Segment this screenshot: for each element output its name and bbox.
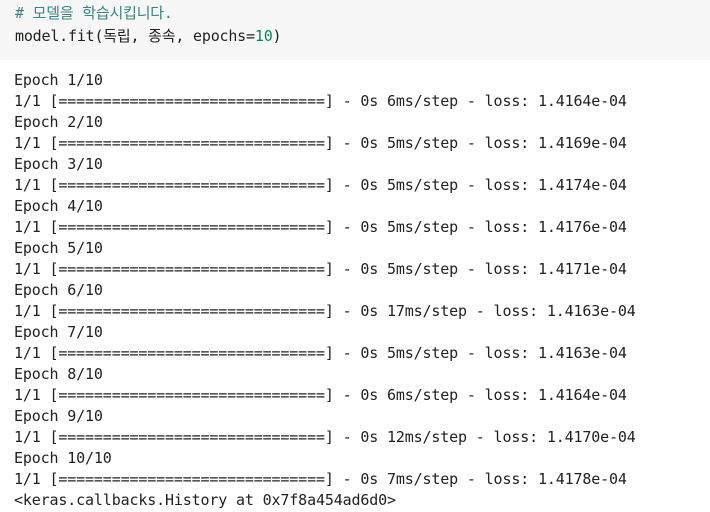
code-number: 10 [254, 27, 273, 45]
code-prefix: model.fit(독립, 종속, epochs= [15, 27, 255, 45]
output-line: Epoch 7/10 [14, 323, 103, 341]
output-line: 1/1 [==============================] - 0… [14, 386, 627, 404]
output-line: 1/1 [==============================] - 0… [14, 344, 627, 362]
output-line: 1/1 [==============================] - 0… [14, 260, 627, 278]
execution-result: <keras.callbacks.History at 0x7f8a454ad6… [14, 491, 396, 509]
code-cell[interactable]: # 모델을 학습시킵니다. model.fit(독립, 종속, epochs=1… [0, 0, 710, 60]
cell-output: Epoch 1/10 1/1 [========================… [14, 70, 704, 490]
output-line: 1/1 [==============================] - 0… [14, 176, 627, 194]
output-line: 1/1 [==============================] - 0… [14, 470, 627, 488]
output-line: Epoch 5/10 [14, 239, 103, 257]
output-line: Epoch 9/10 [14, 407, 103, 425]
code-suffix: ) [272, 27, 282, 45]
output-line: Epoch 3/10 [14, 155, 103, 173]
output-line: 1/1 [==============================] - 0… [14, 428, 636, 446]
code-statement: model.fit(독립, 종속, epochs=10) [15, 26, 282, 47]
output-line: Epoch 8/10 [14, 365, 103, 383]
output-line: Epoch 4/10 [14, 197, 103, 215]
output-line: Epoch 1/10 [14, 71, 103, 89]
output-line: Epoch 2/10 [14, 113, 103, 131]
output-line: Epoch 10/10 [14, 449, 112, 467]
output-line: 1/1 [==============================] - 0… [14, 218, 627, 236]
output-line: Epoch 6/10 [14, 281, 103, 299]
output-line: 1/1 [==============================] - 0… [14, 134, 627, 152]
output-line: 1/1 [==============================] - 0… [14, 302, 636, 320]
code-comment: # 모델을 학습시킵니다. [15, 4, 173, 22]
output-line: 1/1 [==============================] - 0… [14, 92, 627, 110]
